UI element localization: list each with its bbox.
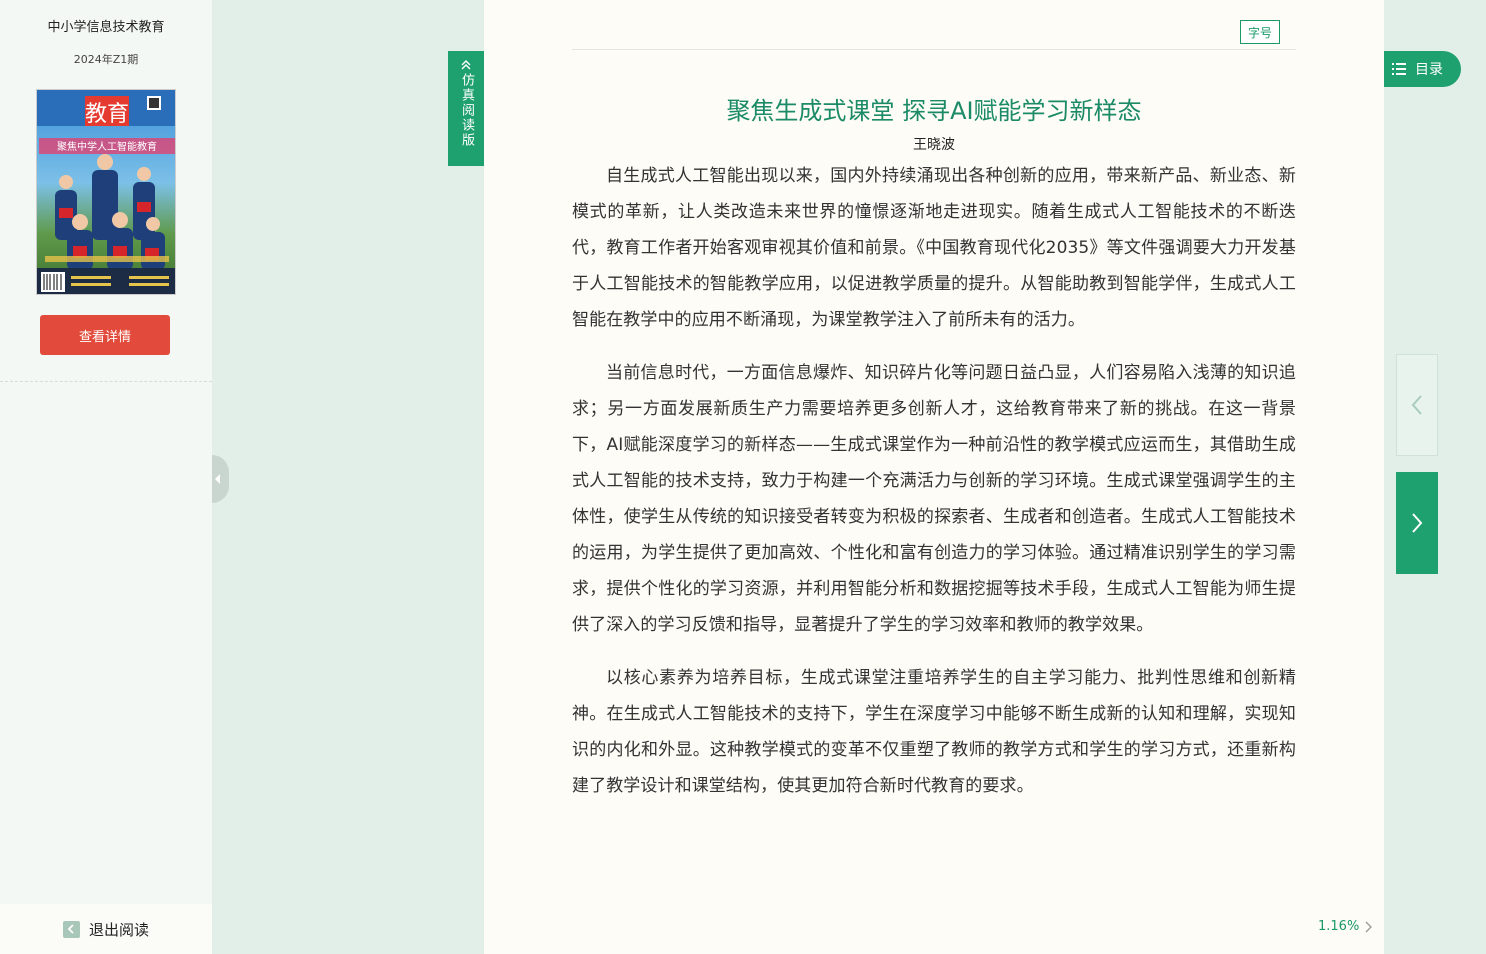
sidebar-divider [0, 381, 212, 382]
magazine-cover[interactable]: 教育 聚焦中学人工智能教育 [36, 89, 176, 295]
chevron-left-icon [1411, 395, 1422, 415]
double-chevron-up-icon [461, 60, 471, 70]
reading-progress[interactable]: 1.16% [1318, 919, 1373, 934]
exit-reading-label: 退出阅读 [88, 920, 149, 939]
page-divider [572, 49, 1296, 50]
font-size-button[interactable]: 字号 [1240, 20, 1280, 44]
magazine-issue: 2024年Z1期 [73, 53, 139, 66]
reading-page: 字号 聚焦生成式课堂 探寻AI赋能学习新样态 王晓波 自生成式人工智能出现以来，… [484, 0, 1384, 954]
view-details-button[interactable]: 查看详情 [40, 315, 170, 355]
caret-left-icon [215, 474, 220, 484]
article-paragraph: 自生成式人工智能出现以来，国内外持续涌现出各种创新的应用，带来新产品、新业态、新… [572, 166, 1296, 330]
sidebar-collapse-handle[interactable] [212, 455, 229, 503]
magazine-title: 中小学信息技术教育 [47, 20, 165, 35]
previous-page-button[interactable] [1396, 354, 1438, 456]
chevron-right-icon [1412, 513, 1423, 533]
toc-label: 目录 [1415, 62, 1443, 78]
next-page-button[interactable] [1396, 472, 1438, 574]
list-icon [1392, 63, 1406, 75]
article-paragraph: 当前信息时代，一方面信息爆炸、知识碎片化等问题日益凸显，人们容易陷入浅薄的知识追… [572, 363, 1296, 635]
chevron-left-icon [62, 920, 80, 938]
table-of-contents-button[interactable]: 目录 [1384, 51, 1461, 87]
article-title: 聚焦生成式课堂 探寻AI赋能学习新样态 [726, 97, 1142, 125]
magazine-cover-image: 教育 聚焦中学人工智能教育 [37, 90, 175, 294]
simulated-reading-label: 仿真阅读版 [459, 73, 474, 148]
article-author: 王晓波 [913, 137, 955, 153]
exit-reading-button[interactable]: 退出阅读 [0, 904, 212, 954]
cover-masthead: 教育 [85, 102, 129, 127]
sidebar: 中小学信息技术教育 2024年Z1期 教育 聚焦中学人工智能教育 查看详情 退出… [0, 0, 212, 954]
article-body: 自生成式人工智能出现以来，国内外持续涌现出各种创新的应用，带来新产品、新业态、新… [572, 158, 1296, 821]
cover-headline: 聚焦中学人工智能教育 [57, 140, 157, 153]
simulated-reading-tab[interactable]: 仿真阅读版 [448, 51, 484, 166]
chevron-right-icon [1365, 921, 1373, 932]
progress-percent: 1.16% [1318, 919, 1360, 934]
article-paragraph: 以核心素养为培养目标，生成式课堂注重培养学生的自主学习能力、批判性思维和创新精神… [572, 668, 1296, 796]
